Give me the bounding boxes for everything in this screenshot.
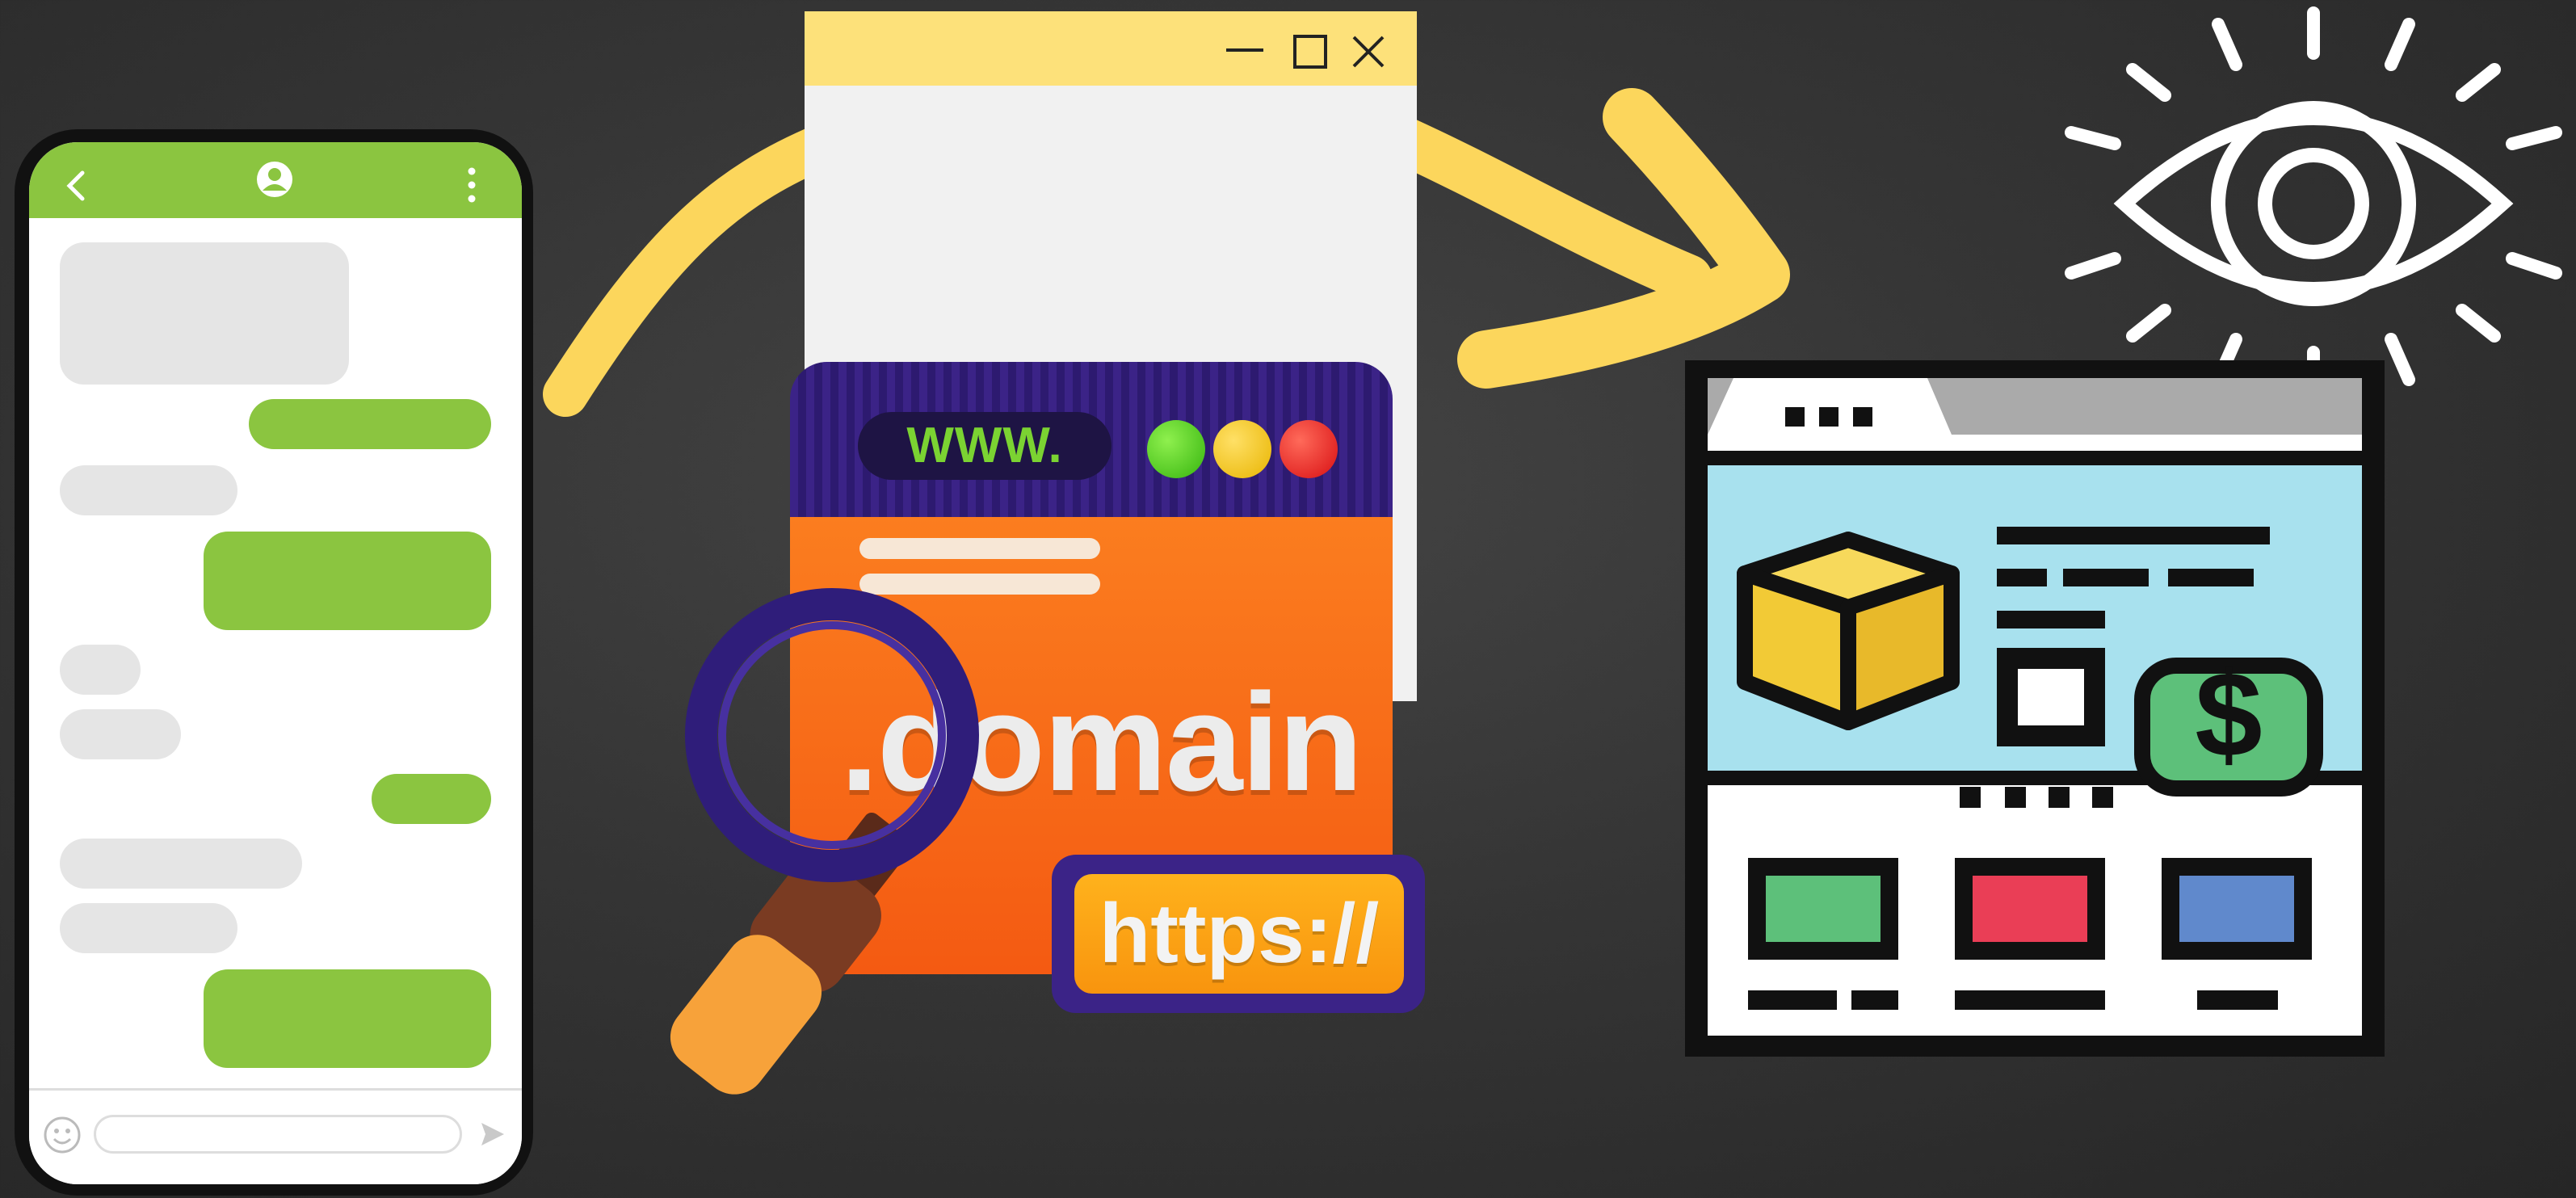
text-line xyxy=(859,538,1100,559)
tile-blue xyxy=(2179,876,2294,942)
eye-icon xyxy=(2065,6,2562,399)
curved-arrow-left xyxy=(543,123,847,417)
maximize-icon[interactable] xyxy=(1292,34,1328,69)
https-label: https:// xyxy=(1074,874,1404,994)
svg-text:$: $ xyxy=(2195,646,2262,782)
magnifying-glass-icon xyxy=(670,588,979,1095)
yellow-light-icon xyxy=(1213,420,1271,478)
close-icon[interactable] xyxy=(1351,34,1386,69)
minimize-icon[interactable] xyxy=(1225,40,1265,57)
web-page-illustration: $ xyxy=(1685,360,2385,1057)
cube-icon xyxy=(1737,532,1960,730)
tile-red xyxy=(1973,876,2087,942)
image-placeholder xyxy=(2018,669,2084,725)
red-light-icon xyxy=(1280,420,1338,478)
window-titlebar xyxy=(805,11,1417,86)
www-label: WWW. xyxy=(858,412,1112,480)
dollar-bill-icon: $ xyxy=(2134,646,2323,797)
tile-green xyxy=(1766,876,1881,942)
green-light-icon xyxy=(1147,420,1205,478)
